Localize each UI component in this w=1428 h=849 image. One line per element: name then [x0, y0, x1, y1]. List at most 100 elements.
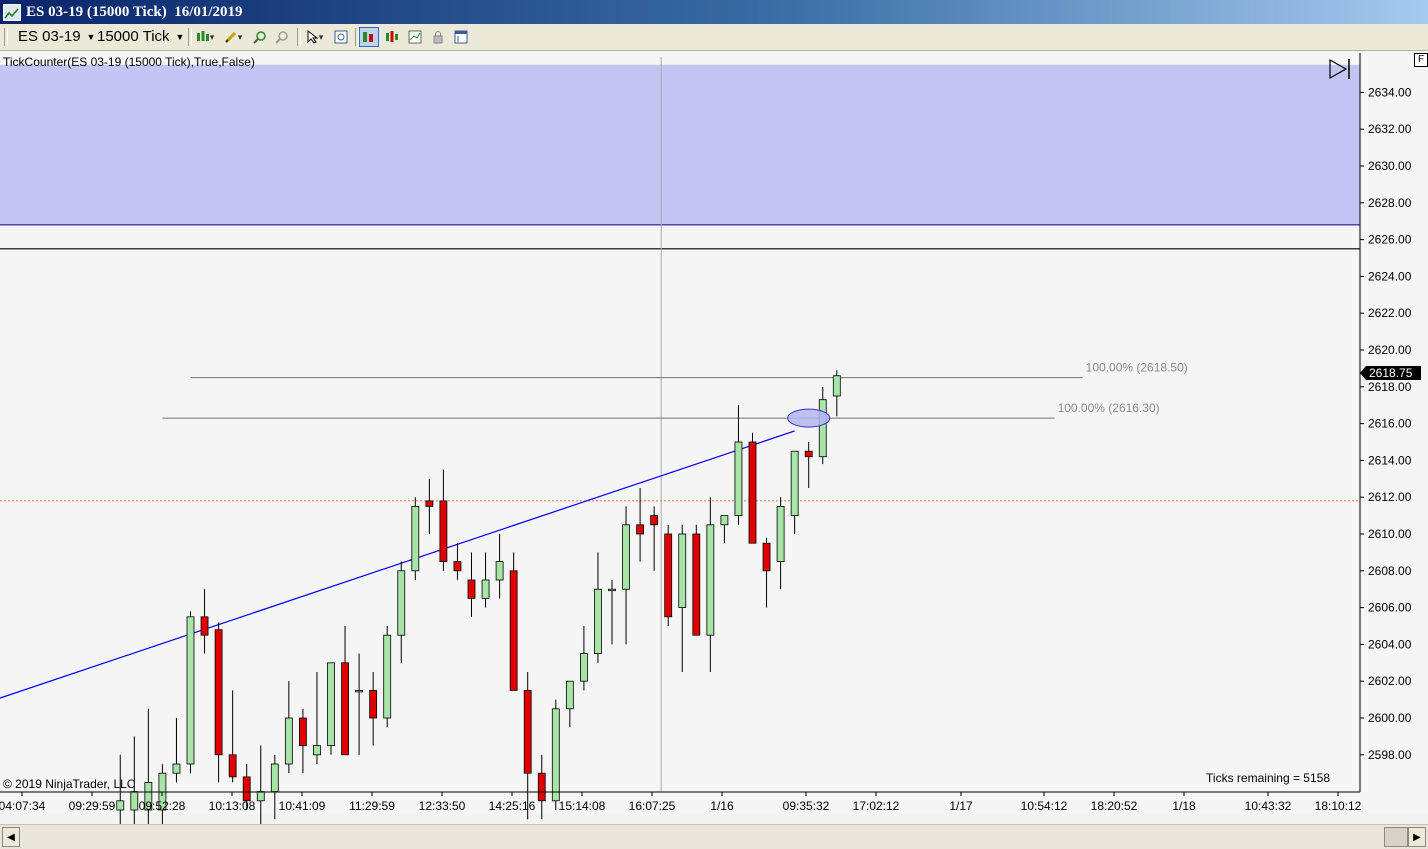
time-tick-label: 15:14:08 [559, 799, 606, 813]
price-tick-label: 2598.00 [1368, 748, 1412, 762]
candle-body [580, 653, 588, 682]
time-axis-area [0, 792, 1360, 814]
time-tick-label: 10:41:09 [279, 799, 326, 813]
time-tick-label: 1/18 [1172, 799, 1196, 813]
candle-body [762, 542, 771, 572]
time-tick-label: 04:07:34 [0, 799, 46, 813]
candle-body [650, 515, 659, 526]
time-tick-label: 10:54:12 [1021, 799, 1068, 813]
highlight-marker [787, 408, 831, 428]
candle-body [481, 579, 490, 599]
candle-body [453, 561, 462, 572]
time-tick-label: 1/17 [949, 799, 973, 813]
candle-body [706, 524, 715, 636]
scroll-right-button[interactable]: ▶ [1408, 827, 1426, 847]
price-tick-label: 2622.00 [1368, 306, 1412, 320]
candle-body [692, 533, 701, 636]
last-price-label: 2618.75 [1369, 366, 1413, 380]
tickcounter-zone [0, 64, 1360, 225]
price-chart[interactable]: 100.00% (2618.50) 100.00% (2616.30) 2634.… [0, 0, 1428, 824]
time-tick-label: 11:29:59 [349, 799, 395, 813]
candle-body [355, 690, 364, 693]
candle-body [341, 662, 349, 756]
candle-body [523, 690, 532, 774]
indicator-label: TickCounter(ES 03-19 (15000 Tick),True,F… [3, 55, 255, 69]
price-tick-label: 2630.00 [1368, 159, 1412, 173]
candle-body [270, 763, 279, 793]
price-tick-label: 2606.00 [1368, 601, 1412, 615]
candle-body [200, 616, 209, 636]
candle-body [383, 634, 392, 719]
candle-body [636, 524, 644, 535]
price-tick-label: 2604.00 [1368, 637, 1412, 651]
candle-body [369, 690, 378, 719]
time-tick-label: 14:25:16 [489, 799, 536, 813]
candle-body [509, 570, 518, 691]
candle-body [313, 745, 321, 756]
candle-body [748, 441, 757, 544]
candle-body [425, 500, 434, 507]
candle-body [467, 579, 476, 599]
candle-body [228, 754, 237, 778]
candle-body [790, 450, 799, 517]
time-tick-label: 18:20:52 [1091, 799, 1138, 813]
price-tick-label: 2610.00 [1368, 527, 1412, 541]
price-tick-label: 2628.00 [1368, 196, 1412, 210]
fib-level-label: 100.00% (2616.30) [1058, 401, 1160, 415]
time-tick-label: 09:29:59 [69, 799, 116, 813]
time-tick-label: 10:13:08 [209, 799, 256, 813]
price-tick-label: 2612.00 [1368, 490, 1412, 504]
candle-body [537, 772, 546, 802]
candle-body [776, 505, 785, 562]
price-tick-label: 2632.00 [1368, 122, 1412, 136]
arrow-left-icon: ◀ [7, 831, 15, 843]
price-tick-label: 2602.00 [1368, 674, 1412, 688]
candle-body [327, 662, 335, 746]
time-tick-label: 17:02:12 [853, 799, 900, 813]
price-tick-label: 2608.00 [1368, 564, 1412, 578]
candle-body [551, 708, 560, 802]
price-tick-label: 2620.00 [1368, 343, 1412, 357]
time-tick-label: 1/16 [710, 799, 734, 813]
candle-body [298, 717, 307, 747]
time-tick-label: 18:10:12 [1315, 799, 1362, 813]
time-tick-label: 12:33:50 [419, 799, 466, 813]
candle-body [594, 588, 602, 655]
candle-body [734, 441, 743, 516]
candle-body [622, 524, 630, 590]
candle-body [720, 515, 729, 526]
candle-body [411, 505, 420, 572]
time-tick-label: 16:07:25 [629, 799, 676, 813]
candle-body [256, 791, 265, 802]
horizontal-scrollbar[interactable]: ◀ ▶ [0, 824, 1428, 849]
time-tick-label: 10:43:32 [1245, 799, 1292, 813]
candle-body [495, 561, 504, 581]
price-tick-label: 2618.00 [1368, 380, 1412, 394]
candle-body [186, 616, 195, 765]
scroll-left-button[interactable]: ◀ [2, 827, 20, 847]
candle-body [678, 533, 687, 608]
candle-body [439, 500, 448, 563]
fib-level-label: 100.00% (2618.50) [1086, 361, 1188, 375]
candle-body [172, 763, 181, 774]
ticks-remaining-text: Ticks remaining = 5158 [1206, 771, 1330, 785]
price-tick-label: 2600.00 [1368, 711, 1412, 725]
scroll-thumb[interactable] [1384, 827, 1408, 847]
copyright-text: © 2019 NinjaTrader, LLC [3, 777, 136, 791]
candle-body [116, 800, 125, 811]
price-tick-label: 2616.00 [1368, 417, 1412, 431]
time-tick-label: 09:52:28 [139, 799, 186, 813]
price-tick-label: 2634.00 [1368, 85, 1412, 99]
candle-body [397, 570, 406, 636]
candle-body [804, 450, 813, 458]
candle-body [608, 588, 616, 592]
price-tick-label: 2624.00 [1368, 269, 1412, 283]
candle-body [818, 399, 827, 458]
arrow-right-icon: ▶ [1413, 831, 1421, 843]
candle-body [664, 533, 673, 618]
panel-corner-box[interactable]: F [1414, 53, 1428, 67]
candle-body [284, 717, 293, 765]
candle-body [214, 629, 223, 756]
candle-body [565, 680, 574, 710]
price-tick-label: 2614.00 [1368, 453, 1412, 467]
